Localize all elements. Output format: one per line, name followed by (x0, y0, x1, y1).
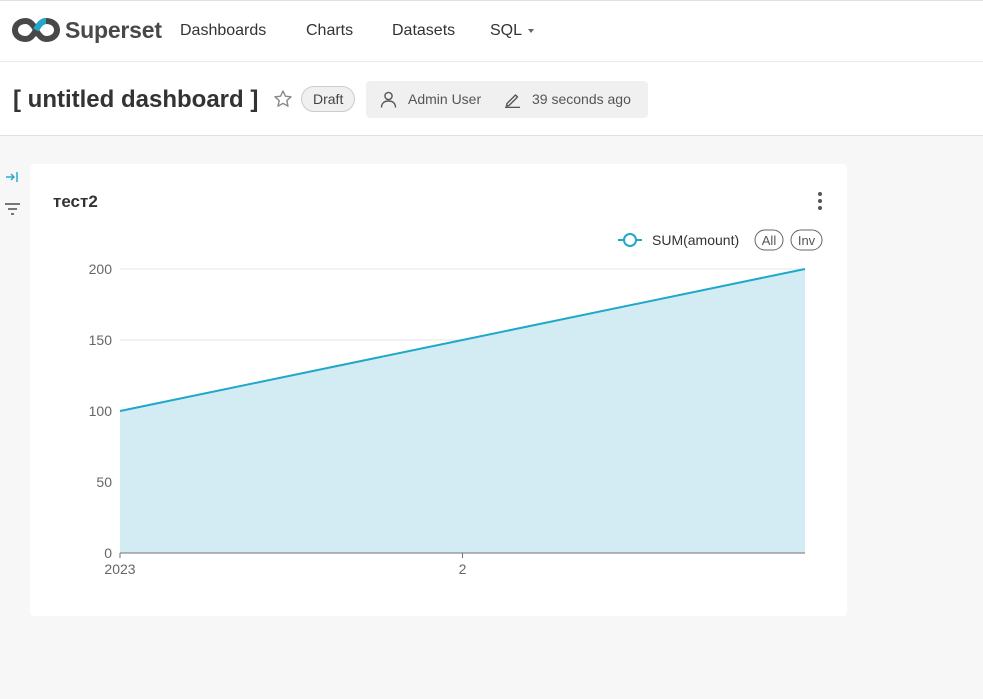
y-tick-label: 50 (96, 474, 112, 490)
nav-sql-menu[interactable]: SQL (490, 22, 535, 40)
collapse-panel-icon[interactable] (4, 170, 19, 184)
chart-legend: SUM(amount) All Inv (618, 229, 823, 251)
legend-inv-label: Inv (798, 233, 816, 248)
owner-name: Admin User (408, 91, 482, 107)
metadata-bar: Admin User 39 seconds ago (366, 81, 648, 118)
series-area (120, 269, 805, 553)
modified-time: 39 seconds ago (532, 91, 631, 107)
dashboard-header: [ untitled dashboard ] Draft Admin User … (0, 62, 983, 136)
area-chart: 0 50 100 150 200 2023 2 SUM(amount) All Inv (89, 229, 823, 577)
top-navbar: Superset Dashboards Charts Datasets SQL (0, 0, 983, 62)
legend-series-name[interactable]: SUM(amount) (652, 232, 739, 248)
y-tick-label: 100 (89, 403, 113, 419)
user-icon (380, 91, 397, 108)
superset-logo[interactable]: Superset (12, 16, 162, 44)
legend-all-label: All (762, 233, 777, 248)
chart-card: тест2 0 50 100 150 200 2023 2 SUM(amount) All… (30, 164, 847, 616)
pencil-icon (505, 94, 520, 108)
dashboard-title[interactable]: [ untitled dashboard ] (13, 86, 258, 114)
nav-dashboards[interactable]: Dashboards (180, 22, 266, 40)
nav-datasets[interactable]: Datasets (392, 22, 455, 40)
app-name: Superset (65, 16, 162, 43)
y-tick-label: 200 (89, 261, 113, 277)
superset-logo-icon (12, 17, 60, 43)
x-tick-label: 2 (459, 561, 467, 577)
nav-charts[interactable]: Charts (306, 22, 353, 40)
caret-down-icon (528, 28, 535, 33)
legend-marker-icon[interactable] (623, 233, 637, 247)
star-icon[interactable] (273, 89, 293, 109)
filter-icon[interactable] (5, 202, 20, 216)
y-tick-label: 0 (104, 545, 112, 561)
y-tick-label: 150 (89, 332, 113, 348)
x-tick-label: 2023 (104, 561, 135, 577)
nav-sql-label: SQL (490, 22, 523, 39)
status-badge[interactable]: Draft (301, 86, 356, 112)
